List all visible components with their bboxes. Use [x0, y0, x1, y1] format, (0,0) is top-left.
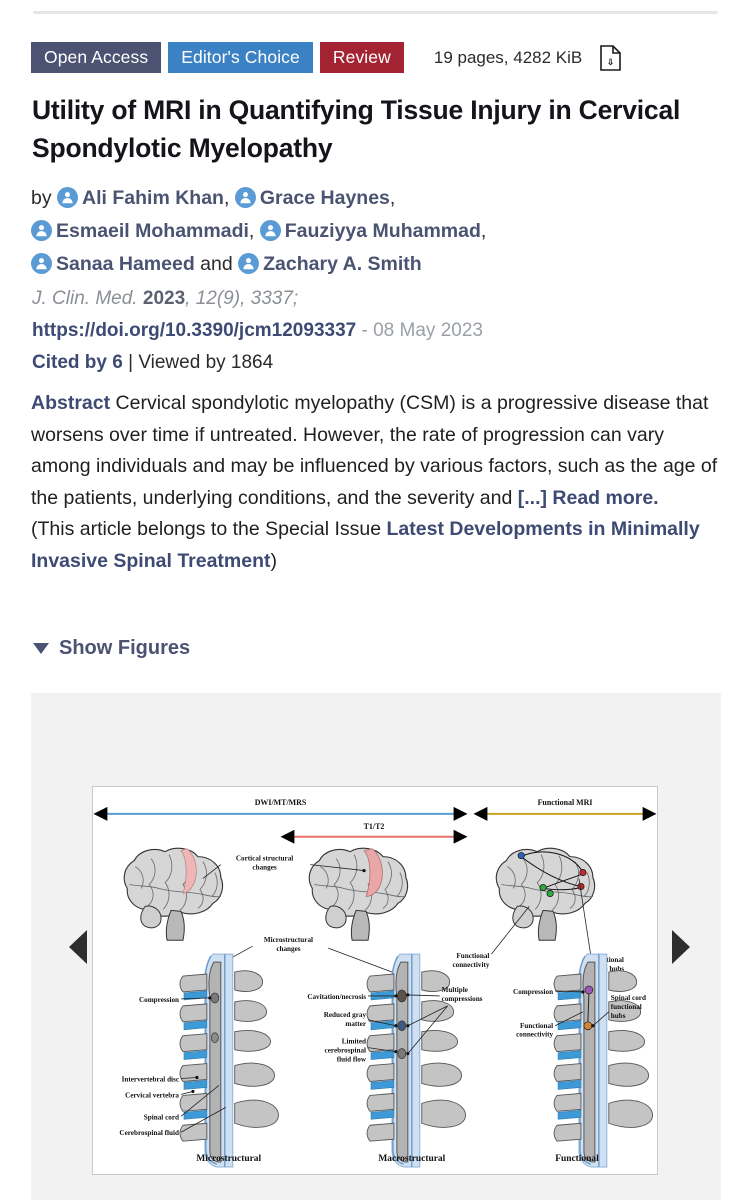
figure-label-func-conn-spine-1: Functional	[520, 1022, 553, 1030]
doi-link[interactable]: https://doi.org/10.3390/jcm12093337	[32, 320, 356, 341]
badge-row: Open Access Editor's Choice Review 19 pa…	[31, 42, 622, 73]
figure-label-sc-hubs-2: functional	[611, 1003, 642, 1011]
special-issue-prefix: (This article belongs to the Special Iss…	[31, 518, 387, 541]
figure-label-microstructural-2: changes	[276, 945, 300, 953]
and-label: and	[200, 252, 233, 275]
publication-date: - 08 May 2023	[361, 319, 483, 341]
figure-caption-macrostructural: Macrostructural	[378, 1154, 445, 1164]
journal-name: J. Clin. Med.	[32, 288, 138, 309]
figure-label-vertebra: Cervical vertebra	[125, 1091, 179, 1099]
figure-label-compressions: compressions	[442, 995, 483, 1003]
citation-divider: |	[128, 351, 134, 373]
figure-label-func-conn-spine-2: connectivity	[516, 1031, 553, 1039]
figure-label-matter: matter	[345, 1020, 366, 1028]
by-label: by	[31, 187, 52, 209]
author-avatar-icon	[238, 252, 260, 274]
show-figures-label: Show Figures	[59, 637, 191, 659]
figure-label-spinal-cord-left: Spinal cord	[144, 1113, 179, 1121]
special-issue-suffix: )	[270, 549, 278, 572]
figure-label-reduced-gray: Reduced gray	[324, 1011, 367, 1019]
figure-label-func-conn-2: connectivity	[452, 961, 489, 969]
figure-label-compression-left: Compression	[139, 996, 179, 1004]
author-avatar-icon	[57, 187, 79, 208]
triangle-left-icon	[69, 929, 87, 964]
figure-label-func-conn-1: Functional	[456, 952, 489, 960]
citation-block: J. Clin. Med. 2023, 12(9), 3337; https:/…	[32, 288, 483, 373]
review-badge[interactable]: Review	[319, 42, 404, 73]
previous-figure-arrow[interactable]	[61, 929, 95, 964]
citation-year: 2023	[142, 288, 186, 309]
triangle-down-icon	[33, 643, 49, 654]
author-avatar-icon	[234, 187, 256, 208]
author-list: by Ali Fahim Khan, Grace Haynes, Esmaeil…	[31, 187, 487, 275]
next-figure-arrow[interactable]	[664, 929, 698, 964]
figure-label-sc-hubs-3: hubs	[611, 1012, 626, 1020]
author-name-1[interactable]: Grace Haynes	[260, 187, 390, 209]
figure-label-limited: Limited	[342, 1038, 366, 1046]
citation-article-number: 3337;	[250, 288, 299, 309]
author-avatar-icon	[259, 219, 281, 241]
figure-carousel: DWI/MT/MRS Functional MRI T1/T2 Cortical…	[31, 693, 721, 1200]
citation-volume-issue: 12(9)	[195, 288, 241, 309]
figure-label-cortical-1: Cortical structural	[236, 855, 293, 863]
triangle-right-icon	[672, 929, 690, 964]
article-title[interactable]: Utility of MRI in Quantifying Tissue Inj…	[32, 92, 692, 167]
figure-label-cortical-2: changes	[252, 864, 276, 872]
open-access-badge[interactable]: Open Access	[31, 42, 162, 73]
figure-label-compression-right: Compression	[513, 988, 553, 996]
author-name-2[interactable]: Esmaeil Mohammadi	[56, 220, 249, 242]
svg-text:⇩: ⇩	[607, 57, 614, 67]
figure-arrow-label-fmri: Functional MRI	[538, 798, 593, 807]
abstract-block: Abstract Cervical spondylotic myelopathy…	[31, 388, 725, 577]
figure-label-ivd: Intervertebral disc	[122, 1075, 179, 1083]
abstract-label: Abstract	[31, 392, 111, 414]
figure-label-cerebrospinal: cerebrospinal	[325, 1047, 366, 1055]
show-figures-toggle[interactable]: Show Figures	[33, 637, 190, 660]
author-avatar-icon	[31, 252, 52, 274]
author-name-5[interactable]: Zachary A. Smith	[263, 253, 422, 275]
figure-arrow-label-dwi: DWI/MT/MRS	[255, 798, 307, 807]
figure-arrow-label-t1t2: T1/T2	[364, 822, 385, 831]
figure-label-fluid-flow: fluid flow	[337, 1056, 367, 1064]
figure-caption-microstructural: Microstructural	[196, 1154, 261, 1164]
author-avatar-icon	[31, 219, 52, 241]
figure-caption-functional: Functional	[555, 1154, 599, 1164]
viewed-by-count: Viewed by 1864	[138, 351, 274, 373]
read-more-link[interactable]: [...] Read more.	[518, 487, 659, 509]
cited-by-link[interactable]: Cited by 6	[32, 352, 123, 373]
editors-choice-badge[interactable]: Editor's Choice	[168, 42, 313, 73]
pages-size-info: 19 pages, 4282 KiB	[433, 47, 583, 67]
figure-label-microstructural-1: Microstructural	[264, 936, 313, 944]
figure-label-csf: Cerebrospinal fluid	[119, 1129, 179, 1137]
pdf-file-icon[interactable]: ⇩	[600, 44, 622, 71]
figure-label-sc-hubs-1: Spinal cord	[611, 994, 646, 1002]
top-divider	[33, 11, 718, 14]
figure-label-cavitation: Cavitation/necrosis	[307, 993, 366, 1001]
figure-label-multiple: Multiple	[442, 986, 468, 994]
article-listing-page: Open Access Editor's Choice Review 19 pa…	[0, 0, 745, 1200]
author-name-4[interactable]: Sanaa Hameed	[56, 253, 195, 275]
author-name-0[interactable]: Ali Fahim Khan	[82, 187, 224, 209]
author-name-3[interactable]: Fauziyya Muhammad	[285, 220, 481, 242]
figure-image[interactable]: DWI/MT/MRS Functional MRI T1/T2 Cortical…	[92, 786, 658, 1175]
